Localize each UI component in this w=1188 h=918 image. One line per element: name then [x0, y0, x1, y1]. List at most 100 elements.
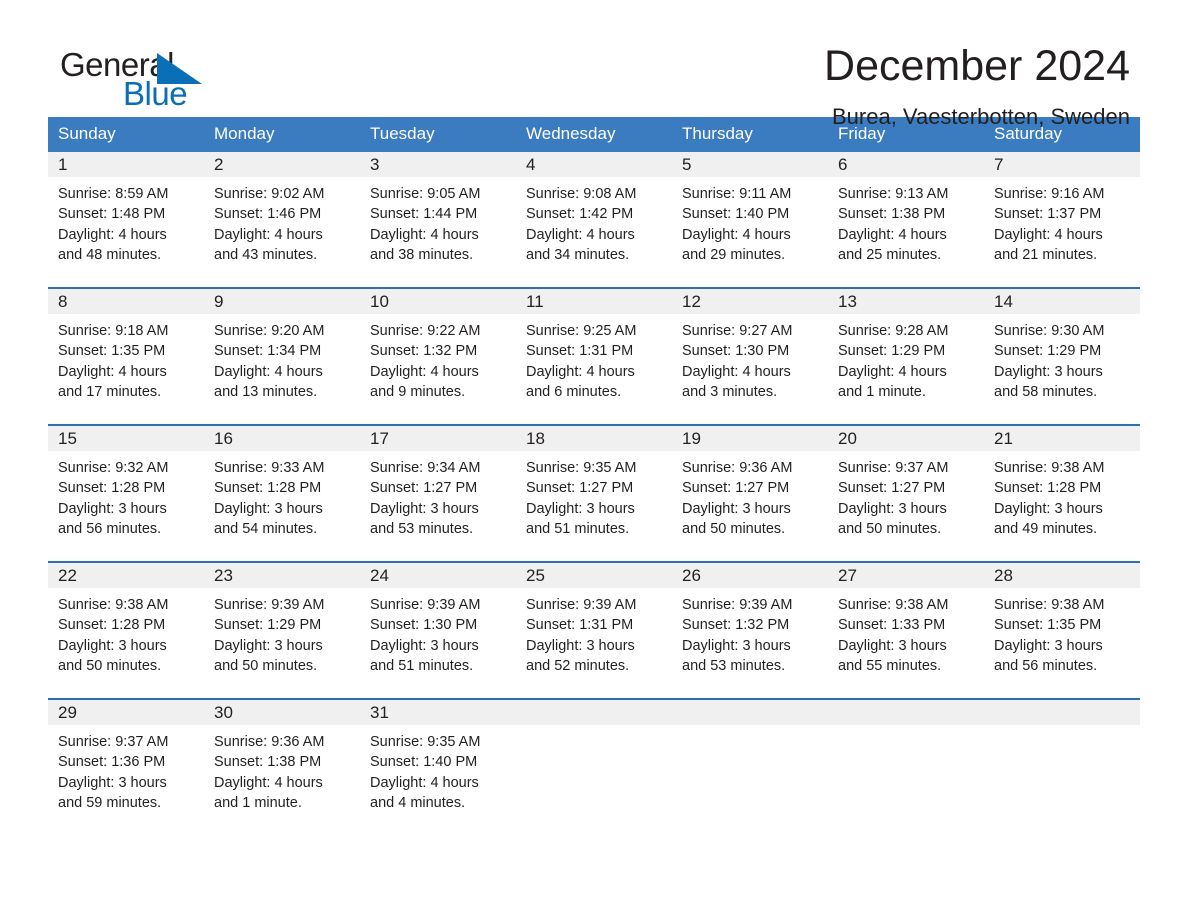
- day-cell[interactable]: 15 Sunrise: 9:32 AM Sunset: 1:28 PM Dayl…: [48, 424, 204, 552]
- daylight-text-line1: Daylight: 3 hours: [994, 500, 1103, 517]
- day-number: 27: [828, 563, 984, 588]
- daylight-text-line2: and 13 minutes.: [214, 383, 318, 400]
- daylight-text-line2: and 17 minutes.: [58, 383, 162, 400]
- day-number: 2: [204, 152, 360, 177]
- day-cell-empty: [516, 698, 672, 826]
- day-number: [672, 700, 828, 725]
- sunrise-text: Sunrise: 9:22 AM: [370, 323, 481, 339]
- week-spacer: [48, 689, 1140, 699]
- day-cell[interactable]: 20 Sunrise: 9:37 AM Sunset: 1:27 PM Dayl…: [828, 424, 984, 552]
- day-cell[interactable]: 13 Sunrise: 9:28 AM Sunset: 1:29 PM Dayl…: [828, 287, 984, 415]
- sunset-text: Sunset: 1:37 PM: [994, 206, 1102, 223]
- week-row: 22 Sunrise: 9:38 AM Sunset: 1:28 PM Dayl…: [48, 561, 1140, 689]
- sunrise-text: Sunrise: 9:33 AM: [214, 460, 325, 476]
- day-number: 21: [984, 426, 1140, 451]
- day-cell[interactable]: 22 Sunrise: 9:38 AM Sunset: 1:28 PM Dayl…: [48, 561, 204, 689]
- sunrise-text: Sunrise: 9:36 AM: [682, 460, 793, 476]
- daylight-text-line2: and 50 minutes.: [214, 657, 318, 674]
- day-cell[interactable]: 21 Sunrise: 9:38 AM Sunset: 1:28 PM Dayl…: [984, 424, 1140, 552]
- day-number: 12: [672, 289, 828, 314]
- sunset-text: Sunset: 1:31 PM: [526, 617, 634, 634]
- day-cell[interactable]: 30 Sunrise: 9:36 AM Sunset: 1:38 PM Dayl…: [204, 698, 360, 826]
- day-cell[interactable]: 6 Sunrise: 9:13 AM Sunset: 1:38 PM Dayli…: [828, 152, 984, 278]
- day-cell[interactable]: 11 Sunrise: 9:25 AM Sunset: 1:31 PM Dayl…: [516, 287, 672, 415]
- daylight-text-line1: Daylight: 4 hours: [58, 226, 167, 243]
- day-number: 22: [48, 563, 204, 588]
- day-number: 5: [672, 152, 828, 177]
- sunset-text: Sunset: 1:35 PM: [58, 343, 166, 360]
- day-cell[interactable]: 19 Sunrise: 9:36 AM Sunset: 1:27 PM Dayl…: [672, 424, 828, 552]
- daylight-text-line1: Daylight: 3 hours: [682, 500, 791, 517]
- day-cell[interactable]: 2 Sunrise: 9:02 AM Sunset: 1:46 PM Dayli…: [204, 152, 360, 278]
- day-cell[interactable]: 27 Sunrise: 9:38 AM Sunset: 1:33 PM Dayl…: [828, 561, 984, 689]
- day-cell[interactable]: 26 Sunrise: 9:39 AM Sunset: 1:32 PM Dayl…: [672, 561, 828, 689]
- day-number: 26: [672, 563, 828, 588]
- general-blue-logo[interactable]: General Blue: [60, 44, 250, 116]
- day-cell[interactable]: 25 Sunrise: 9:39 AM Sunset: 1:31 PM Dayl…: [516, 561, 672, 689]
- daylight-text-line1: Daylight: 4 hours: [838, 226, 947, 243]
- daylight-text-line1: Daylight: 4 hours: [370, 226, 479, 243]
- sunrise-text: Sunrise: 9:32 AM: [58, 460, 169, 476]
- day-number: 23: [204, 563, 360, 588]
- day-cell[interactable]: 23 Sunrise: 9:39 AM Sunset: 1:29 PM Dayl…: [204, 561, 360, 689]
- sunset-text: Sunset: 1:32 PM: [682, 617, 790, 634]
- day-cell[interactable]: 4 Sunrise: 9:08 AM Sunset: 1:42 PM Dayli…: [516, 152, 672, 278]
- daylight-text-line2: and 29 minutes.: [682, 246, 786, 263]
- daylight-text-line1: Daylight: 4 hours: [994, 226, 1103, 243]
- day-cell[interactable]: 10 Sunrise: 9:22 AM Sunset: 1:32 PM Dayl…: [360, 287, 516, 415]
- daylight-text-line2: and 3 minutes.: [682, 383, 778, 400]
- daylight-text-line2: and 43 minutes.: [214, 246, 318, 263]
- day-cell[interactable]: 3 Sunrise: 9:05 AM Sunset: 1:44 PM Dayli…: [360, 152, 516, 278]
- day-cell[interactable]: 9 Sunrise: 9:20 AM Sunset: 1:34 PM Dayli…: [204, 287, 360, 415]
- daylight-text-line1: Daylight: 3 hours: [58, 500, 167, 517]
- day-number: 24: [360, 563, 516, 588]
- day-number: 10: [360, 289, 516, 314]
- day-number: 9: [204, 289, 360, 314]
- day-cell-empty: [828, 698, 984, 826]
- sunset-text: Sunset: 1:48 PM: [58, 206, 166, 223]
- day-cell[interactable]: 14 Sunrise: 9:30 AM Sunset: 1:29 PM Dayl…: [984, 287, 1140, 415]
- day-cell[interactable]: 16 Sunrise: 9:33 AM Sunset: 1:28 PM Dayl…: [204, 424, 360, 552]
- day-cell[interactable]: 24 Sunrise: 9:39 AM Sunset: 1:30 PM Dayl…: [360, 561, 516, 689]
- week-row: 29 Sunrise: 9:37 AM Sunset: 1:36 PM Dayl…: [48, 698, 1140, 826]
- sunrise-text: Sunrise: 9:20 AM: [214, 323, 325, 339]
- daylight-text-line2: and 34 minutes.: [526, 246, 630, 263]
- day-cell[interactable]: 12 Sunrise: 9:27 AM Sunset: 1:30 PM Dayl…: [672, 287, 828, 415]
- day-cell[interactable]: 28 Sunrise: 9:38 AM Sunset: 1:35 PM Dayl…: [984, 561, 1140, 689]
- daylight-text-line2: and 25 minutes.: [838, 246, 942, 263]
- day-cell[interactable]: 8 Sunrise: 9:18 AM Sunset: 1:35 PM Dayli…: [48, 287, 204, 415]
- title-block: December 2024 Burea, Vaesterbotten, Swed…: [824, 43, 1140, 130]
- daylight-text-line1: Daylight: 4 hours: [682, 363, 791, 380]
- sunrise-text: Sunrise: 9:39 AM: [526, 597, 637, 613]
- sunrise-text: Sunrise: 9:38 AM: [994, 597, 1105, 613]
- week-row: 8 Sunrise: 9:18 AM Sunset: 1:35 PM Dayli…: [48, 287, 1140, 415]
- sunrise-text: Sunrise: 9:39 AM: [370, 597, 481, 613]
- sunrise-sunset-calendar: Sunday Monday Tuesday Wednesday Thursday…: [48, 117, 1140, 826]
- day-number: 19: [672, 426, 828, 451]
- day-cell[interactable]: 5 Sunrise: 9:11 AM Sunset: 1:40 PM Dayli…: [672, 152, 828, 278]
- day-cell[interactable]: 7 Sunrise: 9:16 AM Sunset: 1:37 PM Dayli…: [984, 152, 1140, 278]
- daylight-text-line1: Daylight: 3 hours: [370, 637, 479, 654]
- sunrise-text: Sunrise: 9:28 AM: [838, 323, 949, 339]
- sunset-text: Sunset: 1:28 PM: [58, 480, 166, 497]
- sunrise-text: Sunrise: 9:18 AM: [58, 323, 169, 339]
- sunset-text: Sunset: 1:46 PM: [214, 206, 322, 223]
- day-cell[interactable]: 18 Sunrise: 9:35 AM Sunset: 1:27 PM Dayl…: [516, 424, 672, 552]
- day-cell[interactable]: 29 Sunrise: 9:37 AM Sunset: 1:36 PM Dayl…: [48, 698, 204, 826]
- week-spacer: [48, 415, 1140, 425]
- day-number: 29: [48, 700, 204, 725]
- daylight-text-line1: Daylight: 4 hours: [682, 226, 791, 243]
- logo-text-blue: Blue: [123, 75, 188, 112]
- day-cell[interactable]: 1 Sunrise: 8:59 AM Sunset: 1:48 PM Dayli…: [48, 152, 204, 278]
- sunrise-text: Sunrise: 9:37 AM: [838, 460, 949, 476]
- daylight-text-line1: Daylight: 3 hours: [994, 637, 1103, 654]
- daylight-text-line1: Daylight: 4 hours: [526, 363, 635, 380]
- sunset-text: Sunset: 1:32 PM: [370, 343, 478, 360]
- sunset-text: Sunset: 1:35 PM: [994, 617, 1102, 634]
- day-number: 4: [516, 152, 672, 177]
- day-cell[interactable]: 17 Sunrise: 9:34 AM Sunset: 1:27 PM Dayl…: [360, 424, 516, 552]
- daylight-text-line1: Daylight: 4 hours: [370, 774, 479, 791]
- day-number: [828, 700, 984, 725]
- day-number: 15: [48, 426, 204, 451]
- day-cell[interactable]: 31 Sunrise: 9:35 AM Sunset: 1:40 PM Dayl…: [360, 698, 516, 826]
